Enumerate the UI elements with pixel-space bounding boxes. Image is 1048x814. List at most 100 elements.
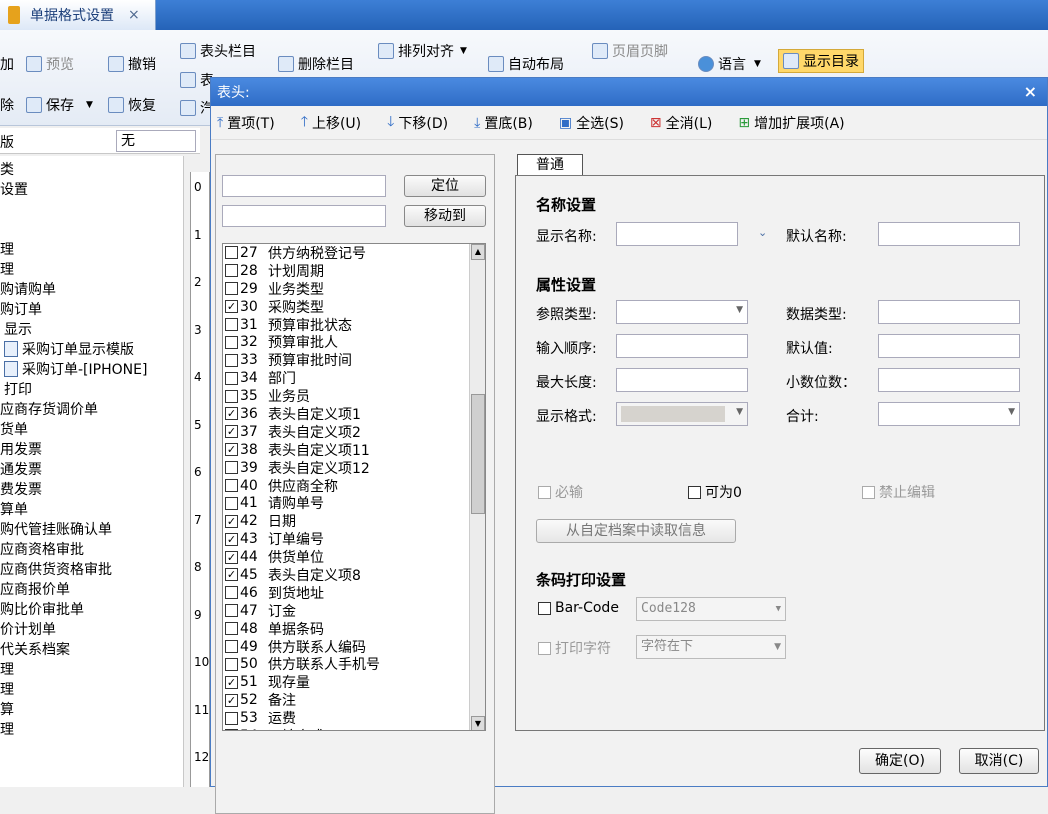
add-button[interactable]: 加 (0, 52, 14, 76)
list-item[interactable]: ✓ 37 表头自定义项2 (223, 423, 471, 441)
tree-item[interactable]: 算 (0, 700, 14, 720)
checkbox-unchecked[interactable] (225, 461, 238, 475)
checkbox-unchecked[interactable] (225, 496, 238, 510)
tree-item[interactable]: 购订单 (0, 300, 42, 320)
restore-button[interactable]: 恢复 (108, 93, 156, 117)
tree-item[interactable]: 显示 (4, 320, 32, 340)
checkbox-unchecked[interactable] (225, 353, 238, 367)
checkbox-unchecked[interactable] (225, 389, 238, 403)
list-item[interactable]: 47 订金 (223, 602, 471, 620)
checkbox-unchecked[interactable] (225, 622, 238, 636)
list-item[interactable]: ✓ 45 表头自定义项8 (223, 566, 471, 584)
field-list-scrollbar[interactable]: ▲ ▼ (469, 244, 485, 730)
delete-column-button[interactable]: 删除栏目 (278, 52, 354, 76)
tree-item[interactable]: 打印 (4, 380, 32, 400)
checkbox-unchecked[interactable] (225, 335, 238, 349)
auto-layout-button[interactable]: 自动布局 (488, 52, 564, 76)
scroll-thumb[interactable] (471, 394, 485, 514)
list-item[interactable]: 50 供方联系人手机号 (223, 655, 471, 673)
undo-button[interactable]: 撤销 (108, 52, 156, 76)
checkbox-unchecked[interactable] (225, 711, 238, 725)
tree-item[interactable]: 类 (0, 160, 14, 180)
tree-item[interactable]: 设置 (0, 180, 28, 200)
ok-button[interactable]: 确定(O) (859, 748, 941, 774)
tree-item[interactable]: 代关系档案 (0, 640, 70, 660)
list-item[interactable]: ✓ 38 表头自定义项11 (223, 441, 471, 459)
close-icon[interactable]: × (1024, 82, 1037, 101)
tree-item[interactable]: 应商存货调价单 (0, 400, 98, 420)
locate-button[interactable]: 定位 (404, 175, 486, 197)
add-extension-button[interactable]: ⊞ 增加扩展项(A) (738, 113, 844, 133)
list-item[interactable]: ✓ 52 备注 (223, 691, 471, 709)
checkbox-unchecked[interactable] (225, 479, 238, 493)
tree-item[interactable]: 购比价审批单 (0, 600, 84, 620)
tree-item[interactable]: 费发票 (0, 480, 42, 500)
chevron-down-icon[interactable]: ⌄ (758, 226, 767, 239)
forbid-edit-checkbox[interactable]: 禁止编辑 (862, 482, 935, 502)
tree-item[interactable]: 理 (0, 720, 14, 740)
max-length-input[interactable] (616, 368, 748, 392)
page-header-footer-button[interactable]: 页眉页脚 (592, 39, 668, 63)
template-select[interactable]: 无 (116, 130, 196, 152)
list-item[interactable]: ✓ 30 采购类型 (223, 298, 471, 316)
tree-item[interactable]: 购请购单 (0, 280, 56, 300)
checkbox-unchecked[interactable] (225, 371, 238, 385)
move-down-button[interactable]: 🡓 下移(D) (387, 111, 448, 135)
barcode-type-select[interactable]: Code128 ▼ (636, 597, 786, 621)
list-item[interactable]: 28 计划周期 (223, 262, 471, 280)
move-up-button[interactable]: 🡑 上移(U) (301, 111, 361, 135)
checkbox-unchecked[interactable] (225, 246, 238, 260)
tree-item[interactable]: 理 (0, 260, 14, 280)
display-name-input[interactable] (616, 222, 738, 246)
checkbox-checked[interactable]: ✓ (225, 407, 238, 421)
arrange-align-button[interactable]: 排列对齐 ▼ (378, 39, 467, 63)
move-to-input[interactable] (222, 205, 386, 227)
checkbox-unchecked[interactable] (225, 729, 238, 730)
tree-item[interactable]: 理 (0, 680, 14, 700)
list-item[interactable]: 35 业务员 (223, 387, 471, 405)
checkbox-checked[interactable]: ✓ (225, 675, 238, 689)
char-position-select[interactable]: 字符在下 ▼ (636, 635, 786, 659)
clear-all-button[interactable]: ⊠ 全消(L) (650, 113, 712, 133)
decimal-places-input[interactable] (878, 368, 1020, 392)
checkbox-unchecked[interactable] (225, 657, 238, 671)
tree-item[interactable]: 理 (0, 240, 14, 260)
display-format-select[interactable]: ▼ (616, 402, 748, 426)
input-order-input[interactable] (616, 334, 748, 358)
checkbox-checked[interactable]: ✓ (225, 532, 238, 546)
scroll-up-icon[interactable]: ▲ (471, 244, 485, 260)
tree-item[interactable]: 应商资格审批 (0, 540, 84, 560)
list-item[interactable]: 54运输方式 (223, 727, 471, 730)
delete-button[interactable]: 除 (0, 93, 14, 117)
list-item[interactable]: 49 供方联系人编码 (223, 638, 471, 656)
tree-item[interactable]: 购代管挂账确认单 (0, 520, 112, 540)
checkbox-checked[interactable]: ✓ (225, 568, 238, 582)
list-item[interactable]: 46 到货地址 (223, 584, 471, 602)
barcode-checkbox[interactable]: Bar-Code (538, 600, 619, 616)
tree-item[interactable]: 应商报价单 (0, 580, 70, 600)
checkbox-unchecked[interactable] (225, 282, 238, 296)
text-tool-button[interactable]: 汽 (180, 96, 214, 120)
save-button[interactable]: 保存 ▼ (26, 93, 93, 117)
language-button[interactable]: 语言 ▼ (698, 52, 761, 76)
list-item[interactable]: 34 部门 (223, 369, 471, 387)
tab-document-format[interactable]: 单据格式设置 × (0, 0, 156, 30)
list-item[interactable]: 39 表头自定义项12 (223, 459, 471, 477)
tree-item[interactable]: 通发票 (0, 460, 42, 480)
required-checkbox[interactable]: 必输 (538, 482, 583, 502)
ref-type-select[interactable]: ▼ (616, 300, 748, 324)
list-item[interactable]: ✓ 44 供货单位 (223, 548, 471, 566)
print-char-checkbox[interactable]: 打印字符 (538, 638, 611, 658)
checkbox-unchecked[interactable] (225, 318, 238, 331)
list-item[interactable]: ✓ 42 日期 (223, 512, 471, 530)
total-select[interactable]: ▼ (878, 402, 1020, 426)
tree-item[interactable]: 用发票 (0, 440, 42, 460)
list-item[interactable]: 31 预算审批状态 (223, 316, 471, 334)
list-item[interactable]: ✓ 36 表头自定义项1 (223, 405, 471, 423)
list-item[interactable]: 33 预算审批时间 (223, 351, 471, 369)
default-name-input[interactable] (878, 222, 1020, 246)
list-item[interactable]: ✓ 43 订单编号 (223, 530, 471, 548)
checkbox-checked[interactable]: ✓ (225, 693, 238, 707)
move-top-button[interactable]: ⤒ 置项(T) (217, 113, 275, 133)
tree-item[interactable]: 采购订单-[IPHONE] (4, 360, 147, 380)
